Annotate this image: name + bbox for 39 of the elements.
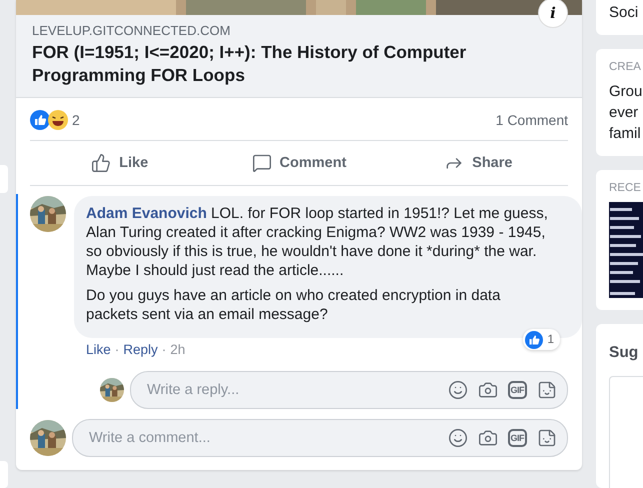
reaction-count[interactable]: 2 — [72, 112, 80, 128]
comment-action-link[interactable]: Like — [86, 342, 111, 357]
comment-action-link[interactable]: Reply — [123, 342, 158, 357]
smiley-icon[interactable] — [448, 428, 468, 448]
sidebar-text: Soci — [609, 3, 640, 23]
section-title: Sug — [609, 344, 640, 362]
comment-field[interactable]: Write a comment... GIF — [72, 419, 568, 457]
gif-button[interactable]: GIF — [508, 381, 527, 399]
camera-icon[interactable] — [478, 380, 498, 400]
sticker-icon[interactable] — [537, 380, 557, 400]
like-button[interactable]: Like — [30, 141, 210, 185]
comment-count[interactable]: 1 Comment — [496, 112, 568, 128]
comment-button[interactable]: Comment — [209, 141, 389, 185]
sidebar-text: ever — [609, 103, 640, 123]
section-heading: CREA — [609, 61, 642, 73]
share-button[interactable]: Share — [388, 141, 568, 185]
timestamp[interactable]: 2h — [170, 342, 186, 357]
camera-icon[interactable] — [478, 428, 498, 448]
speech-bubble-icon — [252, 153, 272, 173]
author-link[interactable]: Adam Evanovich — [86, 205, 207, 222]
sticker-icon[interactable] — [537, 428, 557, 448]
reaction-badge[interactable]: 1 — [523, 329, 560, 350]
comment-text: Adam Evanovich LOL. for FOR loop started in 1951!? Let me guess, Alan Turing created it after cracking Enigma? WW2 was 1939 - 1945, so obviously if this is true, he wouldn't have done it *during* the war. Maybe I should just read the article...... — [86, 204, 549, 280]
smiley-icon[interactable] — [448, 380, 468, 400]
gif-button[interactable]: GIF — [508, 429, 527, 447]
separator-dot: · — [162, 342, 166, 357]
laughing-reaction-icon — [48, 110, 68, 130]
sidebar-text: Grou — [609, 82, 643, 102]
link-title[interactable]: FOR (I=1951; I<=2020; I++): The History of Computer Programming FOR Loops — [32, 41, 566, 87]
reply-field[interactable]: Write a reply... GIF — [130, 371, 568, 409]
sidebar-text: famil — [609, 124, 642, 144]
section-heading: RECE — [609, 182, 642, 194]
reaction-count: 1 — [547, 331, 554, 348]
thumbs-up-icon — [91, 153, 112, 173]
like-reaction-icon — [525, 330, 544, 348]
like-reaction-icon — [30, 110, 50, 130]
comment-text: Do you guys have an article on who created encryption in data packets sent via an email message? — [86, 286, 502, 324]
link-domain: LEVELUP.GITCONNECTED.COM — [32, 23, 232, 38]
separator-dot: · — [114, 342, 120, 357]
